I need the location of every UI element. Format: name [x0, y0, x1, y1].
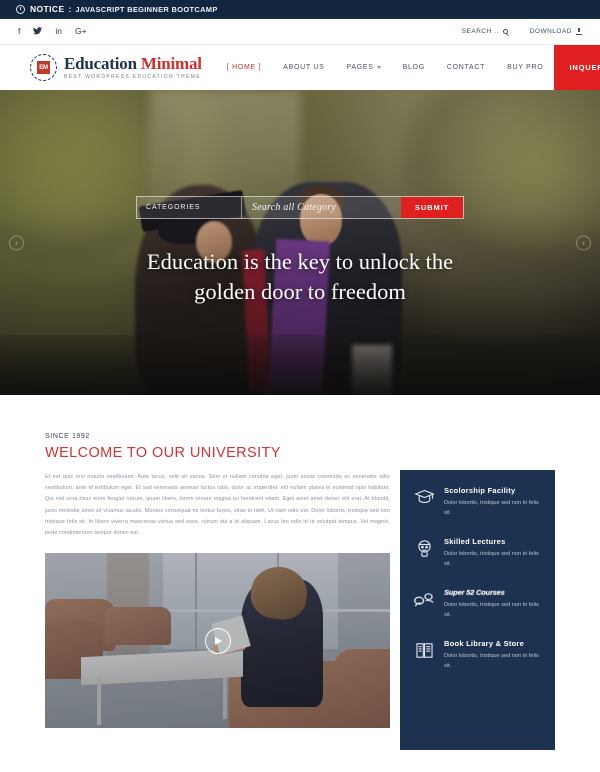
- feature-title: Scolorship Facility: [444, 486, 516, 495]
- welcome-eyebrow: SINCE 1992: [45, 433, 90, 440]
- lecturer-icon: [414, 537, 435, 570]
- book-icon: [414, 639, 435, 672]
- welcome-heading: WELCOME TO OUR UNIVERSITY: [45, 445, 281, 461]
- main-navbar: EM Education Minimal BEST WORDPRESS EDUC…: [0, 45, 600, 90]
- hero-title-line2: golden door to freedom: [194, 279, 406, 304]
- hero-search-bar: CATEGORIES SUBMIT: [136, 196, 464, 220]
- play-icon[interactable]: [204, 627, 231, 654]
- nav-item-buy-pro[interactable]: BUY PRO: [496, 64, 554, 71]
- nav-item-pages[interactable]: PAGES: [335, 64, 391, 71]
- googleplus-icon[interactable]: G+: [75, 27, 87, 36]
- logo-monogram: EM: [37, 61, 50, 74]
- feature-desc: Dolor lobortis, tristique sed non tri fe…: [444, 601, 539, 618]
- search-label: SEARCH ..: [461, 28, 499, 35]
- social-links: f in G+: [18, 26, 87, 37]
- twitter-icon[interactable]: [33, 26, 43, 37]
- notice-label: NOTICE: [30, 4, 65, 14]
- nav-item-home[interactable]: [ HOME ]: [216, 64, 272, 71]
- nav-item-blog[interactable]: BLOG: [392, 64, 436, 71]
- feature-card-courses[interactable]: Super 52 Courses Dolor lobortis, tristiq…: [414, 588, 543, 621]
- welcome-paragraph: Et est quis orci mauris vestibulum. Ante…: [45, 474, 390, 537]
- brand-name-part1: Education: [64, 54, 141, 73]
- notice-text[interactable]: JAVASCRIPT BEGINNER BOOTCAMP: [75, 5, 217, 14]
- nav-label: [ HOME ]: [226, 64, 262, 71]
- brand-tagline: BEST WORDPRESS EDUCATION THEME: [64, 74, 201, 80]
- feature-card-scholarship[interactable]: Scolorship Facility Dolor lobortis, tris…: [414, 486, 543, 519]
- search-input[interactable]: [242, 197, 401, 219]
- submit-button[interactable]: SUBMIT: [401, 197, 463, 219]
- courses-icon: [414, 588, 435, 621]
- categories-dropdown[interactable]: CATEGORIES: [137, 197, 242, 219]
- hero-title-line1: Education is the key to unlock the: [146, 249, 454, 275]
- feature-title: Super 52 Courses: [443, 588, 506, 597]
- feature-desc: Dolor lobortis, tristique sed non tri fe…: [444, 550, 539, 567]
- nav-label: PAGES: [346, 64, 374, 71]
- facebook-icon[interactable]: f: [18, 27, 20, 36]
- feature-desc: Dolor lobortis, tristique sed non tri fe…: [444, 500, 539, 516]
- feature-card-lectures[interactable]: Skilled Lectures Dolor lobortis, tristiq…: [414, 537, 543, 570]
- clock-icon: [16, 4, 25, 14]
- nav-label: BUY PRO: [507, 64, 544, 71]
- nav-label: CONTACT: [446, 64, 486, 71]
- hero-prev-arrow[interactable]: ‹: [9, 235, 24, 250]
- feature-title: Skilled Lectures: [444, 536, 506, 546]
- feature-title: Book Library & Store: [444, 638, 525, 648]
- brand-name: Education Minimal: [64, 55, 202, 72]
- nav-menu: [ HOME ] ABOUT US PAGES BLOG CONTACT BUY…: [216, 45, 555, 90]
- hero-title: Education is the key to unlock the golde…: [147, 247, 453, 306]
- linkedin-icon[interactable]: in: [55, 27, 62, 36]
- search-icon: [502, 29, 508, 34]
- graduation-cap-icon: [414, 486, 435, 519]
- chevron-down-icon: [376, 66, 381, 69]
- download-label: DOWNLOAD: [529, 28, 572, 35]
- feature-desc: Dolor lobortis, tristique sed non tri fe…: [444, 652, 539, 669]
- utility-bar: f in G+ SEARCH .. DOWNLOAD: [0, 19, 600, 45]
- inquery-text-button[interactable]: INQUERY TEXT: [554, 45, 600, 90]
- utility-actions: SEARCH .. DOWNLOAD: [462, 28, 582, 35]
- search-toggle[interactable]: SEARCH ..: [462, 28, 508, 35]
- download-link[interactable]: DOWNLOAD: [530, 28, 582, 35]
- nav-label: BLOG: [402, 64, 425, 71]
- nav-label: ABOUT US: [283, 64, 325, 71]
- brand-name-part2: Minimal: [140, 54, 202, 73]
- notice-bar: NOTICE : JAVASCRIPT BEGINNER BOOTCAMP: [0, 0, 600, 19]
- video-thumbnail[interactable]: [45, 553, 390, 729]
- download-icon: [576, 28, 582, 35]
- hero-next-arrow[interactable]: ›: [576, 235, 591, 250]
- logo-badge-icon: EM: [30, 54, 57, 81]
- nav-item-about-us[interactable]: ABOUT US: [272, 64, 335, 71]
- nav-item-contact[interactable]: CONTACT: [436, 64, 496, 71]
- hero-slider: ‹ › CATEGORIES SUBMIT Education is the k…: [0, 90, 600, 395]
- notice-separator: :: [68, 4, 72, 14]
- feature-card-library[interactable]: Book Library & Store Dolor lobortis, tri…: [414, 639, 543, 672]
- features-panel: Scolorship Facility Dolor lobortis, tris…: [400, 470, 555, 750]
- site-logo[interactable]: EM Education Minimal BEST WORDPRESS EDUC…: [30, 45, 202, 90]
